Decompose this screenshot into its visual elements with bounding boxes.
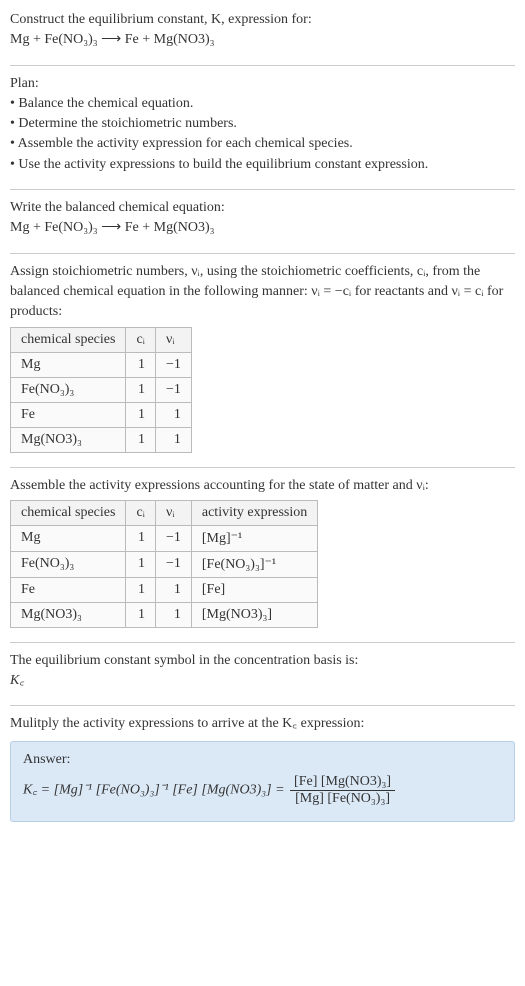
col-vi: νᵢ [155,500,191,525]
cell-vi: −1 [155,551,191,577]
balanced-reaction: Mg + Fe(NO₃)₃ ⟶ Fe + Mg(NO3)₃ [10,218,515,238]
plan-item: • Determine the stoichiometric numbers. [10,114,515,134]
table-row: Mg(NO3)₃ 1 1 [Mg(NO3)₃] [11,602,318,627]
cell-species: Fe [11,402,126,427]
divider [10,253,515,254]
cell-vi: 1 [155,402,191,427]
divider [10,189,515,190]
activity-section: Assemble the activity expressions accoun… [10,472,515,638]
cell-vi: −1 [155,377,191,402]
answer-label: Answer: [23,752,502,768]
table-row: Mg 1 −1 [11,352,192,377]
stoich-section: Assign stoichiometric numbers, νᵢ, using… [10,258,515,463]
answer-fraction: [Fe] [Mg(NO3)₃] [Mg] [Fe(NO₃)₃] [290,774,395,807]
cell-species: Fe [11,577,126,602]
plan-item: • Use the activity expressions to build … [10,155,515,175]
cell-ci: 1 [126,352,156,377]
symbol-section: The equilibrium constant symbol in the c… [10,647,515,702]
cell-species: Fe(NO₃)₃ [11,377,126,402]
symbol-line1: The equilibrium constant symbol in the c… [10,651,515,671]
plan-section: Plan: • Balance the chemical equation. •… [10,70,515,185]
cell-species: Mg [11,525,126,551]
cell-vi: 1 [155,577,191,602]
divider [10,65,515,66]
cell-vi: 1 [155,602,191,627]
cell-expr: [Mg]⁻¹ [191,525,317,551]
col-vi: νᵢ [155,327,191,352]
cell-expr: [Mg(NO3)₃] [191,602,317,627]
col-ci: cᵢ [126,327,156,352]
cell-ci: 1 [126,427,156,452]
col-expr: activity expression [191,500,317,525]
multiply-text: Mulitply the activity expressions to arr… [10,714,515,734]
cell-ci: 1 [126,377,156,402]
cell-species: Mg(NO3)₃ [11,427,126,452]
answer-lhs: K꜀ = [Mg]⁻¹ [Fe(NO₃)₃]⁻¹ [Fe] [Mg(NO3)₃]… [23,782,288,797]
answer-box: Answer: K꜀ = [Mg]⁻¹ [Fe(NO₃)₃]⁻¹ [Fe] [M… [10,741,515,822]
cell-vi: 1 [155,427,191,452]
cell-expr: [Fe(NO₃)₃]⁻¹ [191,551,317,577]
col-species: chemical species [11,327,126,352]
cell-species: Mg(NO3)₃ [11,602,126,627]
cell-ci: 1 [126,602,156,627]
stoich-table: chemical species cᵢ νᵢ Mg 1 −1 Fe(NO₃)₃ … [10,327,192,453]
divider [10,705,515,706]
table-row: Fe(NO₃)₃ 1 −1 [Fe(NO₃)₃]⁻¹ [11,551,318,577]
cell-vi: −1 [155,525,191,551]
cell-expr: [Fe] [191,577,317,602]
cell-species: Fe(NO₃)₃ [11,551,126,577]
table-row: Mg 1 −1 [Mg]⁻¹ [11,525,318,551]
prompt-section: Construct the equilibrium constant, K, e… [10,6,515,61]
answer-frac-num: [Fe] [Mg(NO3)₃] [290,774,395,790]
table-header-row: chemical species cᵢ νᵢ [11,327,192,352]
answer-frac-den: [Mg] [Fe(NO₃)₃] [290,790,395,807]
answer-equation: K꜀ = [Mg]⁻¹ [Fe(NO₃)₃]⁻¹ [Fe] [Mg(NO3)₃]… [23,774,502,807]
table-row: Mg(NO3)₃ 1 1 [11,427,192,452]
balanced-section: Write the balanced chemical equation: Mg… [10,194,515,249]
divider [10,642,515,643]
activity-table: chemical species cᵢ νᵢ activity expressi… [10,500,318,628]
plan-item: • Assemble the activity expression for e… [10,134,515,154]
col-species: chemical species [11,500,126,525]
table-row: Fe 1 1 [Fe] [11,577,318,602]
table-row: Fe 1 1 [11,402,192,427]
prompt-line: Construct the equilibrium constant, K, e… [10,10,515,30]
cell-ci: 1 [126,551,156,577]
activity-intro: Assemble the activity expressions accoun… [10,476,515,496]
table-row: Fe(NO₃)₃ 1 −1 [11,377,192,402]
cell-ci: 1 [126,525,156,551]
symbol-line2: K꜀ [10,671,515,691]
col-ci: cᵢ [126,500,156,525]
plan-title: Plan: [10,74,515,94]
cell-ci: 1 [126,577,156,602]
balanced-title: Write the balanced chemical equation: [10,198,515,218]
divider [10,467,515,468]
plan-item: • Balance the chemical equation. [10,94,515,114]
stoich-intro: Assign stoichiometric numbers, νᵢ, using… [10,262,515,323]
prompt-reaction: Mg + Fe(NO₃)₃ ⟶ Fe + Mg(NO3)₃ [10,30,515,50]
table-header-row: chemical species cᵢ νᵢ activity expressi… [11,500,318,525]
cell-ci: 1 [126,402,156,427]
cell-vi: −1 [155,352,191,377]
multiply-section: Mulitply the activity expressions to arr… [10,710,515,831]
cell-species: Mg [11,352,126,377]
